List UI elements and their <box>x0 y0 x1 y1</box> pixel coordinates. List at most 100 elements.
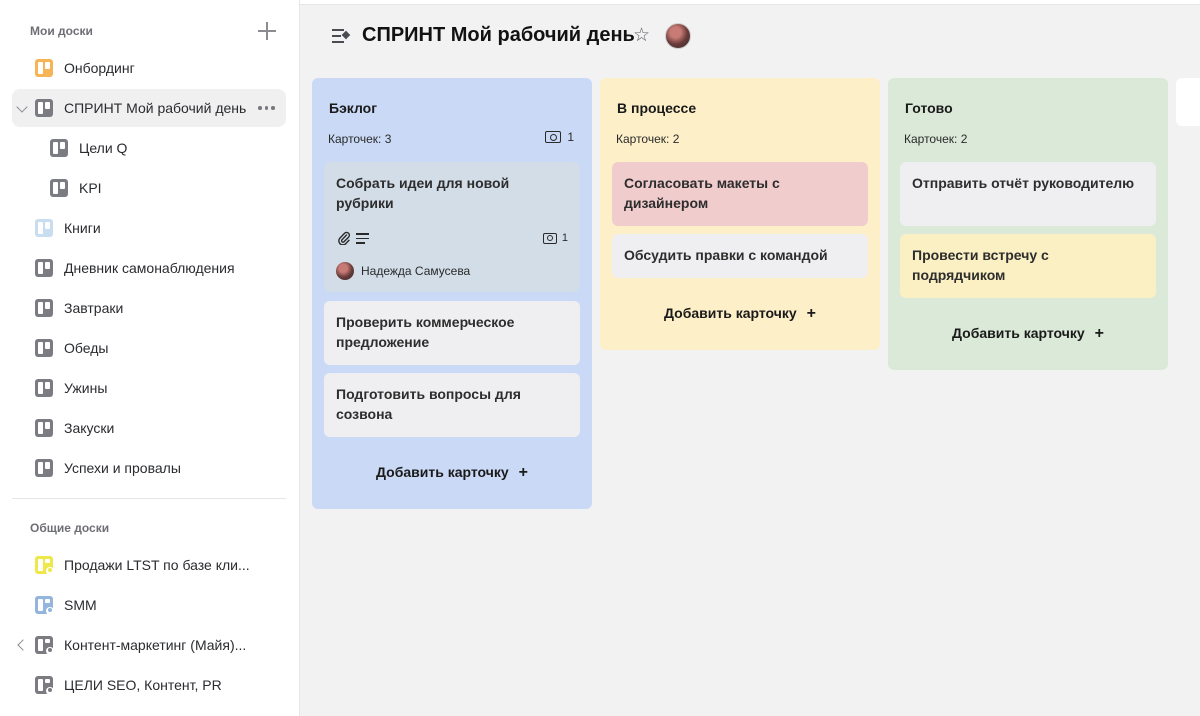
sidebar-item-label: СПРИНТ Мой рабочий день <box>64 100 247 116</box>
sidebar-item-onboarding[interactable]: Онбординг <box>12 49 286 87</box>
card[interactable]: Согласовать макеты с дизайнером <box>612 162 868 226</box>
add-card-button[interactable]: Добавить карточку + <box>600 305 880 323</box>
sidebar-divider <box>12 498 286 499</box>
shared-board-icon <box>35 596 54 615</box>
sidebar-item-sales-ltst[interactable]: Продажи LTST по базе кли... <box>12 546 286 584</box>
sidebar-item-snacks[interactable]: Закуски <box>12 409 286 447</box>
description-icon <box>356 233 369 244</box>
sidebar-item-label: Онбординг <box>64 60 135 76</box>
board-icon <box>35 339 53 357</box>
card[interactable]: Собрать идеи для новой рубрики 1 Надежда… <box>324 162 580 292</box>
add-card-label: Добавить карточку <box>376 464 509 480</box>
card[interactable]: Провести встречу с подрядчиком <box>900 234 1156 298</box>
collapse-sidebar-icon[interactable] <box>332 28 351 44</box>
board-icon <box>35 99 53 117</box>
sidebar-item-label: Ужины <box>64 380 108 396</box>
card-title: Согласовать макеты с дизайнером <box>624 175 780 211</box>
sidebar-item-successes[interactable]: Успехи и провалы <box>12 449 286 487</box>
sidebar-item-breakfasts[interactable]: Завтраки <box>12 289 286 327</box>
card[interactable]: Проверить коммерческое предложение <box>324 301 580 365</box>
sidebar-item-label: Успехи и провалы <box>64 460 181 476</box>
column-title: В процессе <box>617 100 697 116</box>
avatar[interactable] <box>665 23 691 49</box>
add-board-plus-icon[interactable] <box>256 20 278 42</box>
card[interactable]: Обсудить правки с командой <box>612 234 868 278</box>
assignee-name: Надежда Самусева <box>361 264 471 278</box>
sidebar-item-label: Завтраки <box>64 300 124 316</box>
board-icon <box>50 139 68 157</box>
board-icon <box>35 59 53 77</box>
sidebar-item-goals-q[interactable]: Цели Q <box>12 129 286 167</box>
column-title: Бэклог <box>329 100 378 116</box>
shared-boards-heading: Общие доски <box>30 521 110 535</box>
sidebar-item-dinners[interactable]: Ужины <box>12 369 286 407</box>
column-in-progress: В процессе Карточек: 2 Согласовать макет… <box>600 78 880 350</box>
sidebar-item-label: SMM <box>64 597 97 613</box>
sidebar-item-sprint[interactable]: СПРИНТ Мой рабочий день <box>12 89 286 127</box>
plus-icon: + <box>806 305 816 322</box>
card[interactable]: Отправить отчёт руководителю <box>900 162 1156 226</box>
board-icon <box>35 379 53 397</box>
board-icon <box>35 419 53 437</box>
card-title: Подготовить вопросы для созвона <box>336 386 521 422</box>
sidebar-item-content-marketing[interactable]: Контент-маркетинг (Майя)... <box>12 626 286 664</box>
star-icon[interactable]: ☆ <box>633 25 650 47</box>
sidebar-item-kpi[interactable]: KPI <box>12 169 286 207</box>
card-photo-count: 1 <box>542 232 568 244</box>
board-icon <box>35 219 53 237</box>
card-title: Проверить коммерческое предложение <box>336 314 515 350</box>
card[interactable]: Подготовить вопросы для созвона <box>324 373 580 437</box>
column-photo-count: 1 <box>545 130 574 144</box>
photo-icon <box>545 131 562 143</box>
sidebar-item-lunches[interactable]: Обеды <box>12 329 286 367</box>
sidebar-item-label: Цели Q <box>79 140 128 156</box>
board-icon <box>50 179 68 197</box>
column-backlog: Бэклог Карточек: 3 1 Собрать идеи для но… <box>312 78 592 509</box>
sidebar-item-label: Обеды <box>64 340 109 356</box>
shared-board-icon <box>35 636 54 655</box>
card-title: Обсудить правки с командой <box>624 247 828 263</box>
add-card-button[interactable]: Добавить карточку + <box>312 464 592 482</box>
card-title: Собрать идеи для новой рубрики <box>336 175 510 211</box>
card-count: Карточек: 3 <box>328 132 392 146</box>
board-icon <box>35 259 53 277</box>
shared-board-icon <box>35 676 54 695</box>
attachment-icon <box>338 231 350 245</box>
sidebar-item-label: Книги <box>64 220 101 236</box>
sidebar-item-label: Закуски <box>64 420 115 436</box>
sidebar-item-diary[interactable]: Дневник самонаблюдения <box>12 249 286 287</box>
photo-icon <box>542 232 557 244</box>
card-count: Карточек: 2 <box>904 132 968 146</box>
card-assignee: Надежда Самусева <box>336 262 470 280</box>
sidebar: Мои доски Онбординг СПРИНТ Мой рабочий д… <box>0 0 300 716</box>
my-boards-heading: Мои доски <box>30 24 93 38</box>
sidebar-item-books[interactable]: Книги <box>12 209 286 247</box>
sidebar-item-label: Продажи LTST по базе кли... <box>64 557 250 573</box>
sidebar-item-seo-goals[interactable]: ЦЕЛИ SEO, Контент, PR <box>12 666 286 704</box>
card-title: Провести встречу с подрядчиком <box>912 247 1049 283</box>
card-title: Отправить отчёт руководителю <box>912 175 1135 191</box>
column-done: Готово Карточек: 2 Отправить отчёт руков… <box>888 78 1168 370</box>
add-card-label: Добавить карточку <box>952 325 1085 341</box>
photo-count: 1 <box>561 232 568 244</box>
board-icon <box>35 459 53 477</box>
sidebar-item-label: ЦЕЛИ SEO, Контент, PR <box>64 677 222 693</box>
sidebar-item-label: KPI <box>79 180 102 196</box>
top-bar <box>300 0 1200 5</box>
plus-icon: + <box>518 464 528 481</box>
add-card-label: Добавить карточку <box>664 305 797 321</box>
sidebar-item-label: Дневник самонаблюдения <box>64 260 235 276</box>
board-icon <box>35 299 53 317</box>
avatar <box>336 262 354 280</box>
photo-count: 1 <box>567 130 574 144</box>
add-card-button[interactable]: Добавить карточку + <box>888 325 1168 343</box>
sidebar-item-smm[interactable]: SMM <box>12 586 286 624</box>
more-options-icon[interactable] <box>258 89 275 127</box>
page-title: СПРИНТ Мой рабочий день <box>362 24 635 46</box>
shared-board-icon <box>35 556 54 575</box>
column-title: Готово <box>905 100 953 116</box>
add-column-partial[interactable] <box>1176 78 1200 126</box>
card-count: Карточек: 2 <box>616 132 680 146</box>
sidebar-item-label: Контент-маркетинг (Майя)... <box>64 637 247 653</box>
card-meta: 1 <box>336 231 568 246</box>
